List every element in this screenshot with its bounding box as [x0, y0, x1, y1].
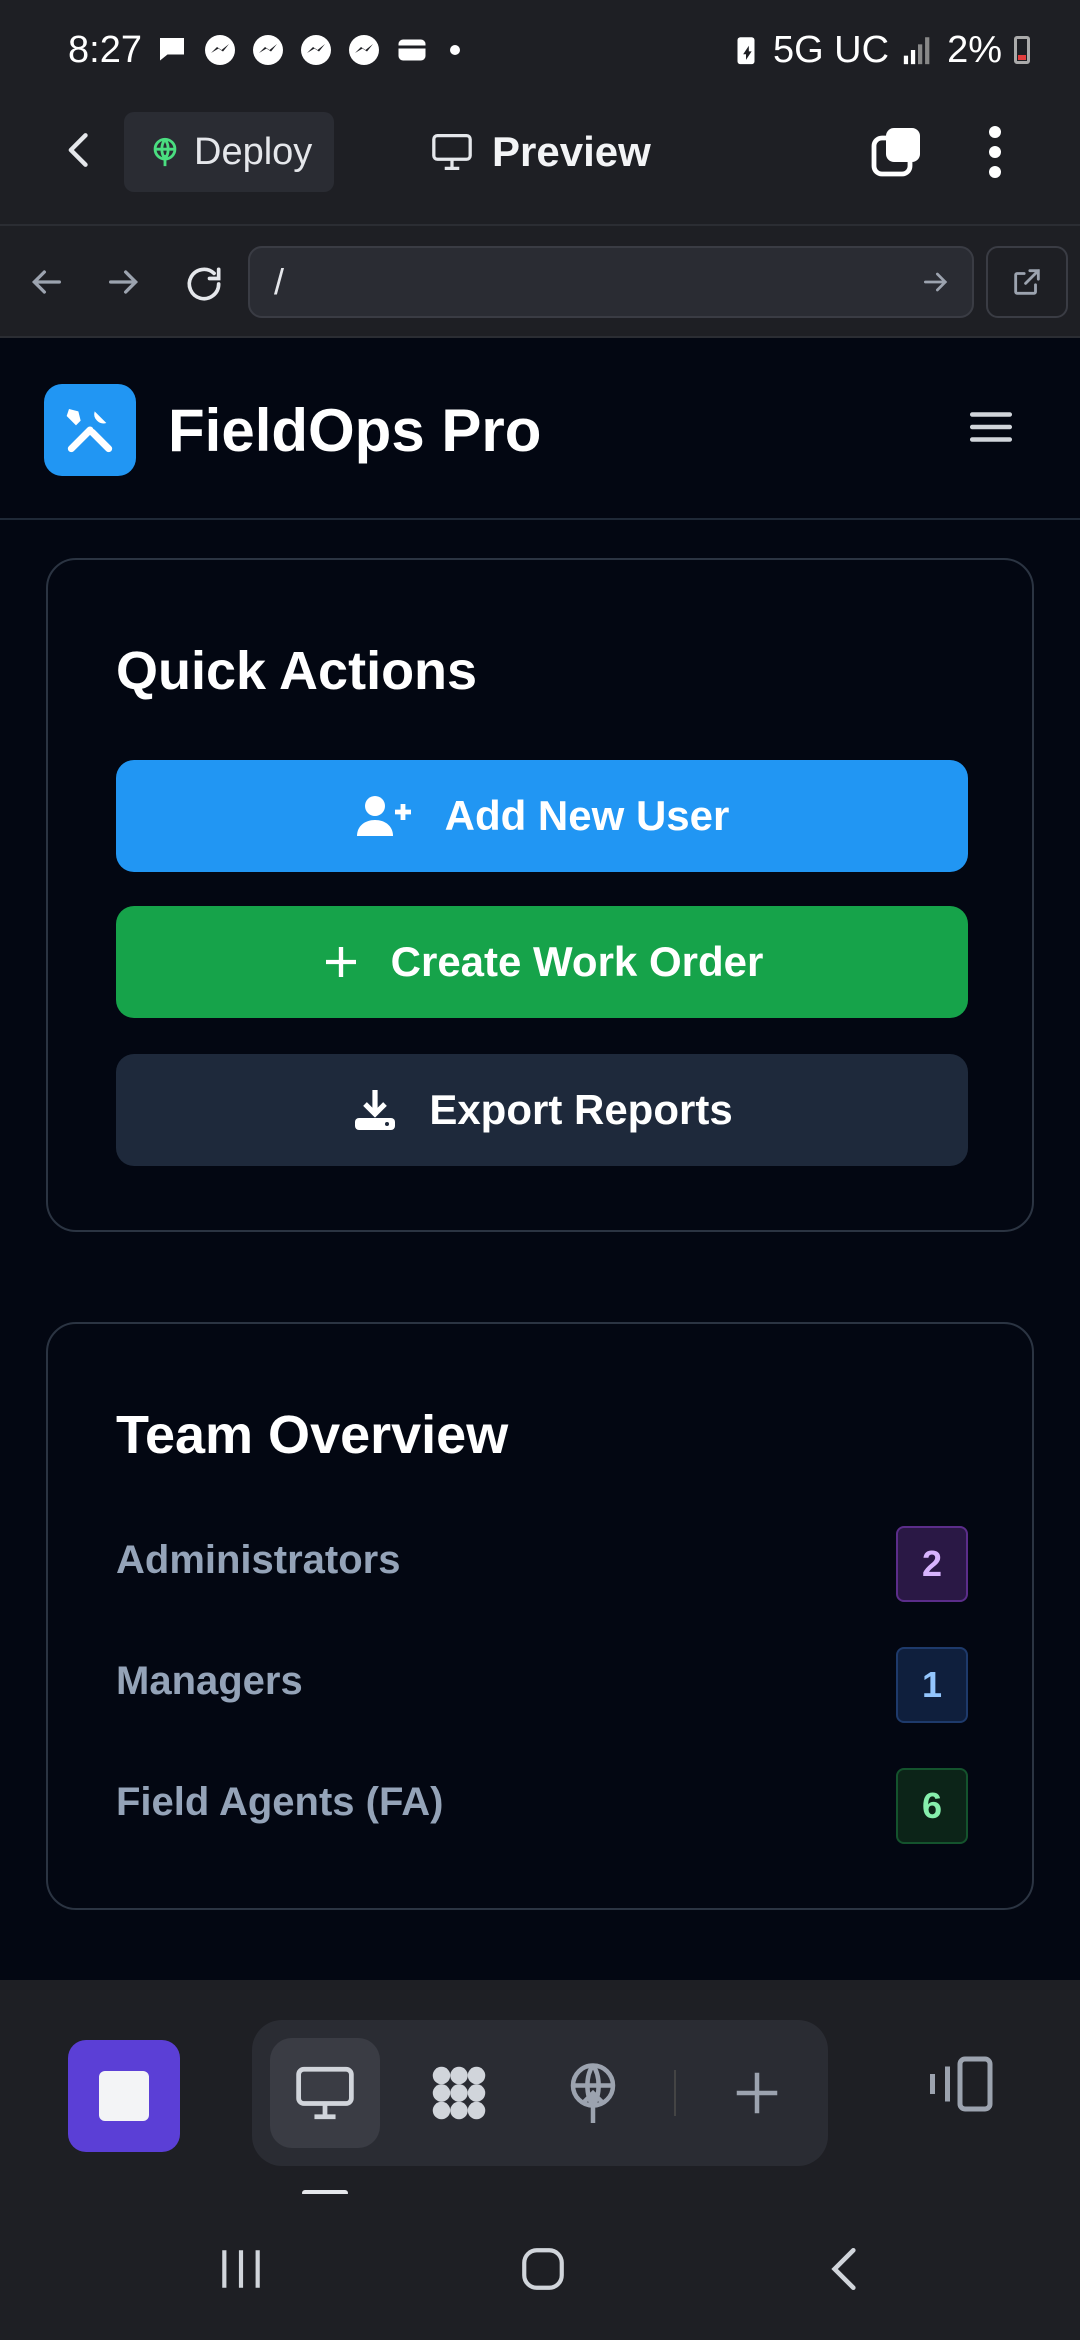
system-back-button[interactable] — [810, 2234, 880, 2304]
add-new-user-label: Add New User — [444, 792, 730, 839]
nav-back-button[interactable] — [26, 262, 66, 302]
managers-label: Managers — [116, 1659, 303, 1703]
messenger-icon — [252, 35, 283, 65]
preview-tab[interactable]: Preview — [430, 112, 651, 192]
wallet-icon — [398, 39, 426, 61]
add-tool-button[interactable] — [702, 2038, 812, 2148]
tool-switcher — [252, 2020, 828, 2166]
agent-icon — [432, 2066, 486, 2120]
user-plus-icon — [356, 796, 411, 836]
create-work-order-button[interactable]: Create Work Order — [116, 906, 968, 1018]
export-reports-label: Export Reports — [429, 1086, 733, 1133]
site-logo — [44, 384, 136, 476]
preview-tool-button[interactable] — [270, 2038, 380, 2148]
url-value: / — [274, 261, 285, 302]
arrow-left-icon — [31, 270, 61, 294]
deploy-button[interactable]: Deploy — [124, 112, 334, 192]
site-header: FieldOps Pro — [0, 338, 1080, 520]
status-time: 8:27 — [68, 28, 142, 71]
battery-percent: 2% — [947, 28, 1002, 71]
device-switch-button[interactable] — [920, 2044, 1000, 2124]
deploy-tool-button[interactable] — [538, 2038, 648, 2148]
monitor-icon — [432, 133, 472, 170]
messenger-icon — [204, 35, 235, 65]
workspace-toolbar — [0, 1980, 1080, 2196]
messenger-icon — [348, 35, 379, 65]
reload-button[interactable] — [182, 262, 222, 302]
nav-forward-button[interactable] — [104, 262, 144, 302]
chevron-left-icon — [68, 133, 88, 167]
toolbar-divider — [674, 2070, 676, 2116]
menu-button[interactable] — [966, 402, 1016, 452]
export-reports-button[interactable]: Export Reports — [116, 1054, 968, 1166]
quick-actions-title: Quick Actions — [116, 641, 478, 701]
team-overview-card: Team Overview Administrators 2 Managers … — [46, 1322, 1034, 1910]
more-notifications-dot — [449, 45, 460, 55]
recent-apps-button[interactable] — [206, 2234, 276, 2304]
team-overview-title: Team Overview — [116, 1405, 509, 1465]
site-brand[interactable]: FieldOps Pro — [168, 388, 541, 472]
back-icon — [831, 2247, 856, 2291]
battery-icon — [1014, 36, 1030, 64]
recent-apps-icon — [222, 2250, 260, 2288]
messenger-icon — [300, 35, 331, 65]
create-work-order-label: Create Work Order — [390, 938, 764, 985]
field-agents-count-badge: 6 — [896, 1768, 968, 1844]
preview-label: Preview — [492, 128, 651, 175]
open-external-button[interactable] — [986, 246, 1068, 318]
app-header: Deploy Preview — [0, 100, 1080, 224]
battery-saver-icon — [737, 37, 755, 65]
stop-icon — [99, 2071, 149, 2121]
deploy-icon — [153, 137, 177, 167]
add-new-user-button[interactable]: Add New User — [116, 760, 968, 872]
download-icon — [355, 1090, 396, 1130]
plus-icon — [325, 947, 356, 977]
field-agents-label: Field Agents (FA) — [116, 1780, 444, 1824]
system-navigation-bar — [0, 2194, 1080, 2340]
tabs-button[interactable] — [868, 124, 924, 180]
monitor-icon — [296, 2066, 354, 2120]
url-toolbar: / — [0, 224, 1080, 338]
agent-tool-button[interactable] — [404, 2038, 514, 2148]
more-vertical-icon — [989, 126, 1001, 178]
stop-button[interactable] — [68, 2040, 180, 2152]
go-arrow-icon[interactable] — [920, 266, 952, 298]
network-label: 5G UC — [772, 28, 890, 71]
arrow-right-icon — [109, 270, 139, 294]
devices-icon — [930, 2056, 993, 2112]
quick-actions-card: Quick Actions Add New User Create Work O… — [46, 558, 1034, 1232]
status-bar: 8:27 5G UC 2% — [0, 0, 1080, 100]
home-icon — [522, 2248, 564, 2290]
plus-icon — [736, 2072, 778, 2114]
chat-notification-icon — [159, 38, 184, 61]
reload-icon — [187, 267, 221, 301]
tools-icon — [66, 409, 113, 453]
administrators-count-badge: 2 — [896, 1526, 968, 1602]
url-input[interactable]: / — [248, 246, 974, 318]
home-button[interactable] — [508, 2234, 578, 2304]
hamburger-menu-icon — [969, 412, 1013, 442]
back-button[interactable] — [58, 128, 102, 172]
administrators-label: Administrators — [116, 1538, 401, 1582]
more-options-button[interactable] — [980, 122, 1010, 182]
signal-icon — [903, 37, 930, 65]
external-link-icon — [1014, 269, 1040, 295]
deploy-label: Deploy — [194, 130, 313, 173]
tabs-icon — [871, 128, 920, 177]
managers-count-badge: 1 — [896, 1647, 968, 1723]
deploy-icon — [570, 2063, 616, 2123]
